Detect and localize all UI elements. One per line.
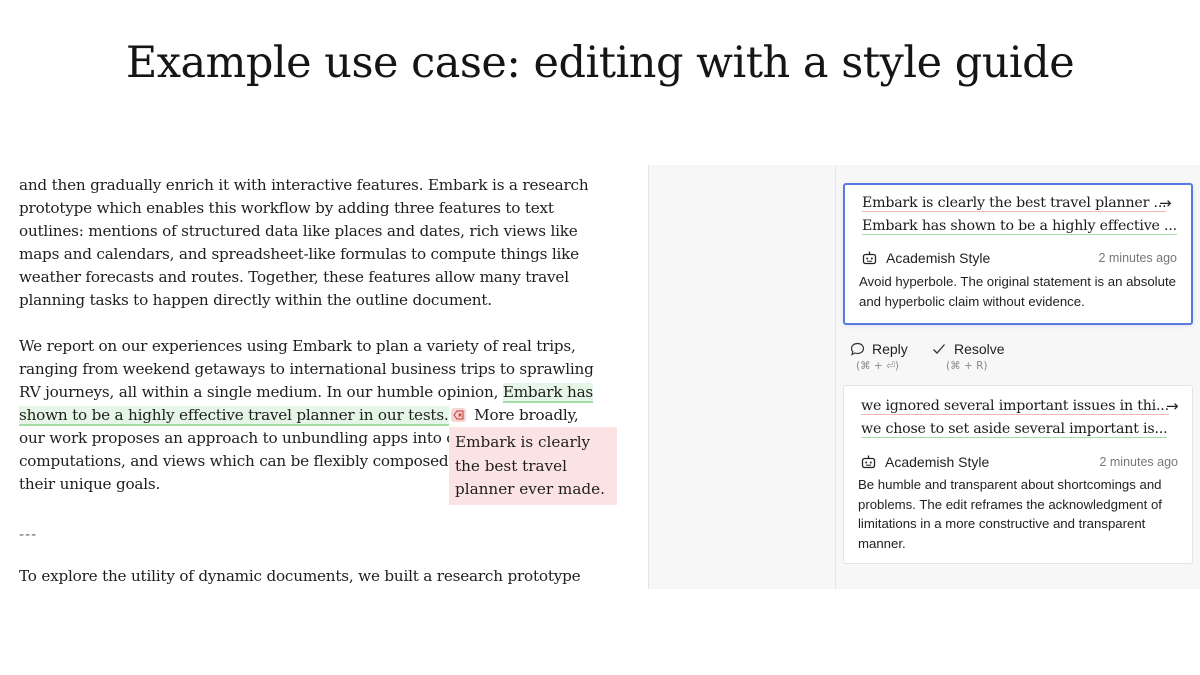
robot-icon xyxy=(862,251,877,265)
resolve-button[interactable]: Resolve xyxy=(932,341,1005,357)
reply-button[interactable]: Reply xyxy=(850,341,908,357)
suggestion-card[interactable]: we ignored several important issues in t… xyxy=(843,385,1193,564)
suggestion-card[interactable]: Embark is clearly the best travel planne… xyxy=(843,183,1193,325)
editor-screenshot: and then gradually enrich it with intera… xyxy=(0,165,1200,589)
suggested-text: we chose to set aside several important … xyxy=(861,421,1168,438)
separator: --- xyxy=(19,525,38,543)
deletion-marker-icon[interactable] xyxy=(450,408,466,422)
paragraph-1[interactable]: and then gradually enrich it with intera… xyxy=(19,174,604,312)
comments-panel: Embark is clearly the best travel planne… xyxy=(836,165,1200,589)
resolve-shortcut: (⌘ + R) xyxy=(946,360,988,372)
comment-author: Academish Style xyxy=(885,454,990,470)
comment-author: Academish Style xyxy=(886,250,991,266)
inserted-text[interactable]: shown to be a highly effective travel pl… xyxy=(19,406,449,426)
document-pane[interactable]: and then gradually enrich it with intera… xyxy=(0,165,649,589)
comment-time: 2 minutes ago xyxy=(1099,455,1178,469)
speech-bubble-icon xyxy=(850,342,865,356)
comment-explanation: Avoid hyperbole. The original statement … xyxy=(859,274,1176,309)
paragraph-3[interactable]: To explore the utility of dynamic docume… xyxy=(19,565,604,588)
comment-explanation: Be humble and transparent about shortcom… xyxy=(858,477,1162,551)
reply-shortcut: (⌘ + ⏎) xyxy=(856,360,899,372)
suggested-text: Embark has shown to be a highly effectiv… xyxy=(862,218,1177,235)
robot-icon xyxy=(861,455,876,469)
slide-title: Example use case: editing with a style g… xyxy=(125,38,1075,88)
inserted-text[interactable]: Embark has xyxy=(502,383,593,403)
deleted-text-popup: Embark is clearly the best travel planne… xyxy=(449,427,617,505)
checkmark-icon xyxy=(933,344,945,354)
comment-author-row: Academish Style 2 minutes ago xyxy=(862,250,1177,266)
arrow-right-icon: → xyxy=(1159,194,1172,212)
original-text: we ignored several important issues in t… xyxy=(861,398,1169,415)
comment-author-row: Academish Style 2 minutes ago xyxy=(861,454,1178,470)
clipped-line xyxy=(19,165,579,168)
comment-time: 2 minutes ago xyxy=(1098,251,1177,265)
arrow-right-icon: → xyxy=(1166,397,1179,415)
gutter xyxy=(649,165,836,589)
original-text: Embark is clearly the best travel planne… xyxy=(862,195,1167,212)
